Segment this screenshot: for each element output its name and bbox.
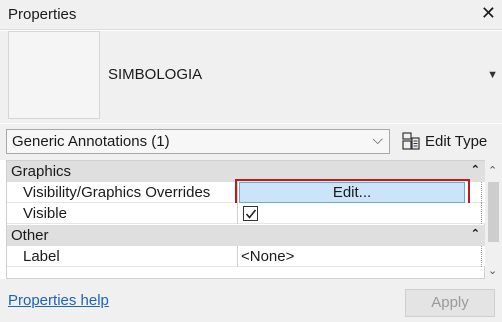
properties-grid: Graphics ⌃ Visibility/Graphics Overrides…: [6, 160, 486, 279]
chevron-down-icon: ⌵: [372, 131, 383, 147]
group-header-other[interactable]: Other ⌃: [7, 225, 486, 246]
scroll-thumb[interactable]: [488, 182, 499, 242]
type-preview-image: [8, 31, 100, 119]
label-value[interactable]: <None>: [241, 248, 294, 265]
title-bar: Properties ✕: [0, 0, 502, 30]
group-label: Graphics: [11, 163, 72, 180]
close-icon[interactable]: ✕: [481, 3, 496, 24]
triangle-down-icon[interactable]: ▼: [487, 69, 498, 81]
visible-checkbox[interactable]: [243, 206, 258, 221]
apply-button[interactable]: Apply: [405, 289, 495, 317]
vertical-scrollbar[interactable]: ⌃ ⌄: [485, 160, 502, 279]
instance-filter-dropdown[interactable]: Generic Annotations (1) ⌵: [6, 129, 390, 154]
param-row-visible: Visible: [7, 203, 486, 224]
footer: Properties help Apply: [0, 279, 502, 322]
param-name: Visibility/Graphics Overrides: [23, 184, 211, 201]
column-divider: [237, 246, 238, 267]
param-row-label: Label <None>: [7, 246, 486, 267]
type-selector[interactable]: SIMBOLOGIA ▼: [0, 31, 502, 123]
properties-help-link[interactable]: Properties help: [8, 292, 109, 309]
row-end-divider: [481, 203, 482, 224]
edit-type-label: Edit Type: [425, 132, 488, 150]
group-label: Other: [11, 227, 49, 244]
row-end-divider: [481, 182, 482, 203]
scroll-down-icon[interactable]: ⌄: [488, 264, 497, 277]
column-divider: [237, 203, 238, 224]
scroll-up-icon[interactable]: ⌃: [488, 164, 497, 177]
edit-type-button[interactable]: Edit Type: [402, 128, 487, 154]
window-title: Properties: [8, 6, 77, 23]
collapse-icon[interactable]: ⌃: [471, 227, 480, 240]
edit-type-icon: [402, 132, 420, 150]
type-name: SIMBOLOGIA: [108, 66, 203, 83]
param-name: Label: [23, 248, 60, 265]
param-row-visibility-graphics: Visibility/Graphics Overrides Edit...: [7, 179, 486, 207]
instance-filter-value: Generic Annotations (1): [12, 133, 170, 150]
param-name: Visible: [23, 205, 67, 222]
collapse-icon[interactable]: ⌃: [471, 163, 480, 176]
row-end-divider: [481, 246, 482, 267]
edit-button[interactable]: Edit...: [239, 182, 465, 203]
instance-filter-row: Generic Annotations (1) ⌵ Edit Type: [0, 124, 502, 160]
